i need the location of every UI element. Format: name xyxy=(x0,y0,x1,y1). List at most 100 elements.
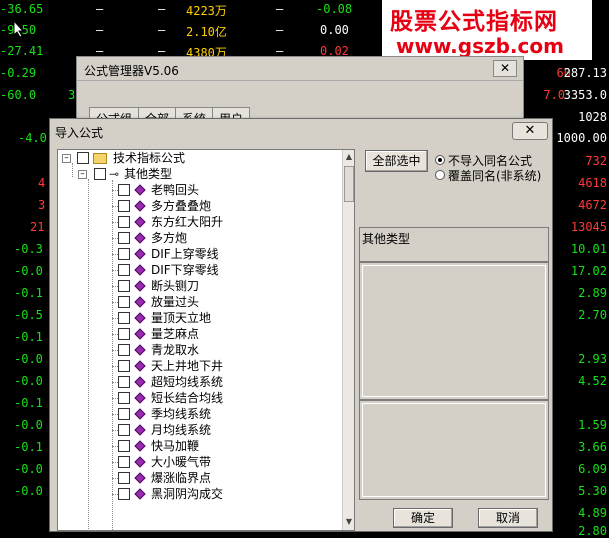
tree-item[interactable]: 大小暖气带 xyxy=(58,454,342,470)
tree-checkbox[interactable] xyxy=(118,472,130,484)
board-value: 10.01 xyxy=(570,242,607,256)
tree-checkbox[interactable] xyxy=(118,344,130,356)
description-panel xyxy=(359,262,549,400)
tree-item[interactable]: 青龙取水 xyxy=(58,342,342,358)
board-value: 4.89 xyxy=(578,506,607,520)
tree-checkbox[interactable] xyxy=(118,200,130,212)
board-value: 1028 xyxy=(578,110,607,124)
tree-item[interactable]: 超短均线系统 xyxy=(58,374,342,390)
board-value: 13045 xyxy=(570,220,607,234)
tree-checkbox[interactable] xyxy=(118,216,130,228)
radio-overwrite-duplicates-label[interactable]: 覆盖同名(非系统) xyxy=(448,167,541,184)
board-value: -4.0 xyxy=(18,131,47,145)
collapse-icon[interactable]: – xyxy=(78,170,87,179)
board-value: 3 xyxy=(68,88,76,102)
formula-icon xyxy=(134,472,146,484)
board-cell: 0.00 xyxy=(320,23,349,37)
formula-icon xyxy=(134,248,146,260)
formula-manager-titlebar: 公式管理器V5.06 ✕ xyxy=(77,57,523,81)
tree-item[interactable]: 多方炮 xyxy=(58,230,342,246)
board-cell: – xyxy=(96,23,104,37)
board-value: -0.1 xyxy=(14,330,43,344)
import-formula-dialog: 导入公式 ✕ – 技术指标公式 – ⊸ 其他类型 老鸭回头 多方叠叠炮 东方红大… xyxy=(49,118,553,532)
tree-item[interactable]: 短长结合均线 xyxy=(58,390,342,406)
tree-group[interactable]: – ⊸ 其他类型 xyxy=(58,166,342,182)
tree-item[interactable]: 爆涨临界点 xyxy=(58,470,342,486)
ok-button[interactable]: 确定 xyxy=(393,508,453,528)
tree-item-label: 放量过头 xyxy=(151,295,200,309)
tree-checkbox[interactable] xyxy=(118,360,130,372)
tree-checkbox[interactable] xyxy=(118,392,130,404)
board-value: -0.1 xyxy=(14,440,43,454)
tree-checkbox[interactable] xyxy=(118,376,130,388)
board-value: 17.02 xyxy=(570,264,607,278)
tree-item[interactable]: 老鸭回头 xyxy=(58,182,342,198)
tree-checkbox[interactable] xyxy=(118,312,130,324)
category-panel: 其他类型 xyxy=(359,227,549,262)
tree-item-label: 青龙取水 xyxy=(151,343,200,357)
tree-checkbox[interactable] xyxy=(118,264,130,276)
board-value: -0.1 xyxy=(14,286,43,300)
tree-item-label: 断头铡刀 xyxy=(151,279,200,293)
board-value: 2.93 xyxy=(578,352,607,366)
formula-manager-close-button[interactable]: ✕ xyxy=(493,60,517,77)
tree-item[interactable]: 快马加鞭 xyxy=(58,438,342,454)
tree-checkbox[interactable] xyxy=(77,152,89,164)
board-cell: – xyxy=(276,23,284,37)
tree-scrollbar[interactable]: ▲ ▼ xyxy=(342,150,354,530)
tree-checkbox[interactable] xyxy=(118,280,130,292)
tree-item[interactable]: DIF下穿零线 xyxy=(58,262,342,278)
tree-item[interactable]: 断头铡刀 xyxy=(58,278,342,294)
tree-checkbox[interactable] xyxy=(118,488,130,500)
scrollbar-thumb[interactable] xyxy=(344,166,354,202)
tree-item-label: 天上井地下井 xyxy=(151,359,224,373)
tree-checkbox[interactable] xyxy=(118,328,130,340)
tree-item[interactable]: 多方叠叠炮 xyxy=(58,198,342,214)
collapse-icon[interactable]: – xyxy=(62,154,71,163)
select-all-button[interactable]: 全部选中 xyxy=(365,150,428,172)
board-right-column: 60 287.13 7.0 3353.0 1028 1000.00 732 46… xyxy=(543,0,609,538)
tree-item-label: 快马加鞭 xyxy=(151,439,200,453)
tree-item[interactable]: 月均线系统 xyxy=(58,422,342,438)
tree-item-label: 短长结合均线 xyxy=(151,391,224,405)
tree-item[interactable]: 量芝麻点 xyxy=(58,326,342,342)
tree-checkbox[interactable] xyxy=(118,424,130,436)
formula-icon xyxy=(134,296,146,308)
tree-checkbox[interactable] xyxy=(118,184,130,196)
formula-icon xyxy=(134,264,146,276)
tree-item[interactable]: 量顶天立地 xyxy=(58,310,342,326)
board-value: -0.0 xyxy=(14,264,43,278)
tree-item-label: 量芝麻点 xyxy=(151,327,200,341)
tree-checkbox[interactable] xyxy=(118,440,130,452)
tree-checkbox[interactable] xyxy=(118,232,130,244)
tree-item-label: 量顶天立地 xyxy=(151,311,212,325)
tree-item[interactable]: 天上井地下井 xyxy=(58,358,342,374)
cancel-button[interactable]: 取消 xyxy=(478,508,538,528)
board-value: 2.70 xyxy=(578,308,607,322)
board-value: -0.0 xyxy=(14,462,43,476)
scroll-up-arrow-icon[interactable]: ▲ xyxy=(343,151,354,163)
tree-checkbox[interactable] xyxy=(118,456,130,468)
tree-item[interactable]: 放量过头 xyxy=(58,294,342,310)
radio-skip-duplicates[interactable] xyxy=(435,155,445,165)
tree-checkbox[interactable] xyxy=(94,168,106,180)
tree-item[interactable]: 季均线系统 xyxy=(58,406,342,422)
scroll-down-arrow-icon[interactable]: ▼ xyxy=(343,516,354,528)
tree-group-label: 其他类型 xyxy=(124,167,173,181)
tree-checkbox[interactable] xyxy=(118,248,130,260)
board-cell: 4223万 xyxy=(186,4,227,18)
formula-manager-title: 公式管理器V5.06 xyxy=(84,64,179,78)
radio-overwrite-duplicates[interactable] xyxy=(435,170,445,180)
board-cell: – xyxy=(158,2,166,16)
tree-item[interactable]: 东方红大阳升 xyxy=(58,214,342,230)
tree-checkbox[interactable] xyxy=(118,296,130,308)
tree-root[interactable]: – 技术指标公式 xyxy=(58,150,342,166)
formula-icon xyxy=(134,200,146,212)
tree-item[interactable]: 黑洞阴沟成交 xyxy=(58,486,342,502)
formula-tree: – 技术指标公式 – ⊸ 其他类型 老鸭回头 多方叠叠炮 东方红大阳升 多方炮 … xyxy=(57,149,355,531)
board-value: 1.59 xyxy=(578,418,607,432)
tree-item[interactable]: DIF上穿零线 xyxy=(58,246,342,262)
dialog-close-button[interactable]: ✕ xyxy=(512,122,548,140)
tree-checkbox[interactable] xyxy=(118,408,130,420)
board-cell: – xyxy=(158,23,166,37)
